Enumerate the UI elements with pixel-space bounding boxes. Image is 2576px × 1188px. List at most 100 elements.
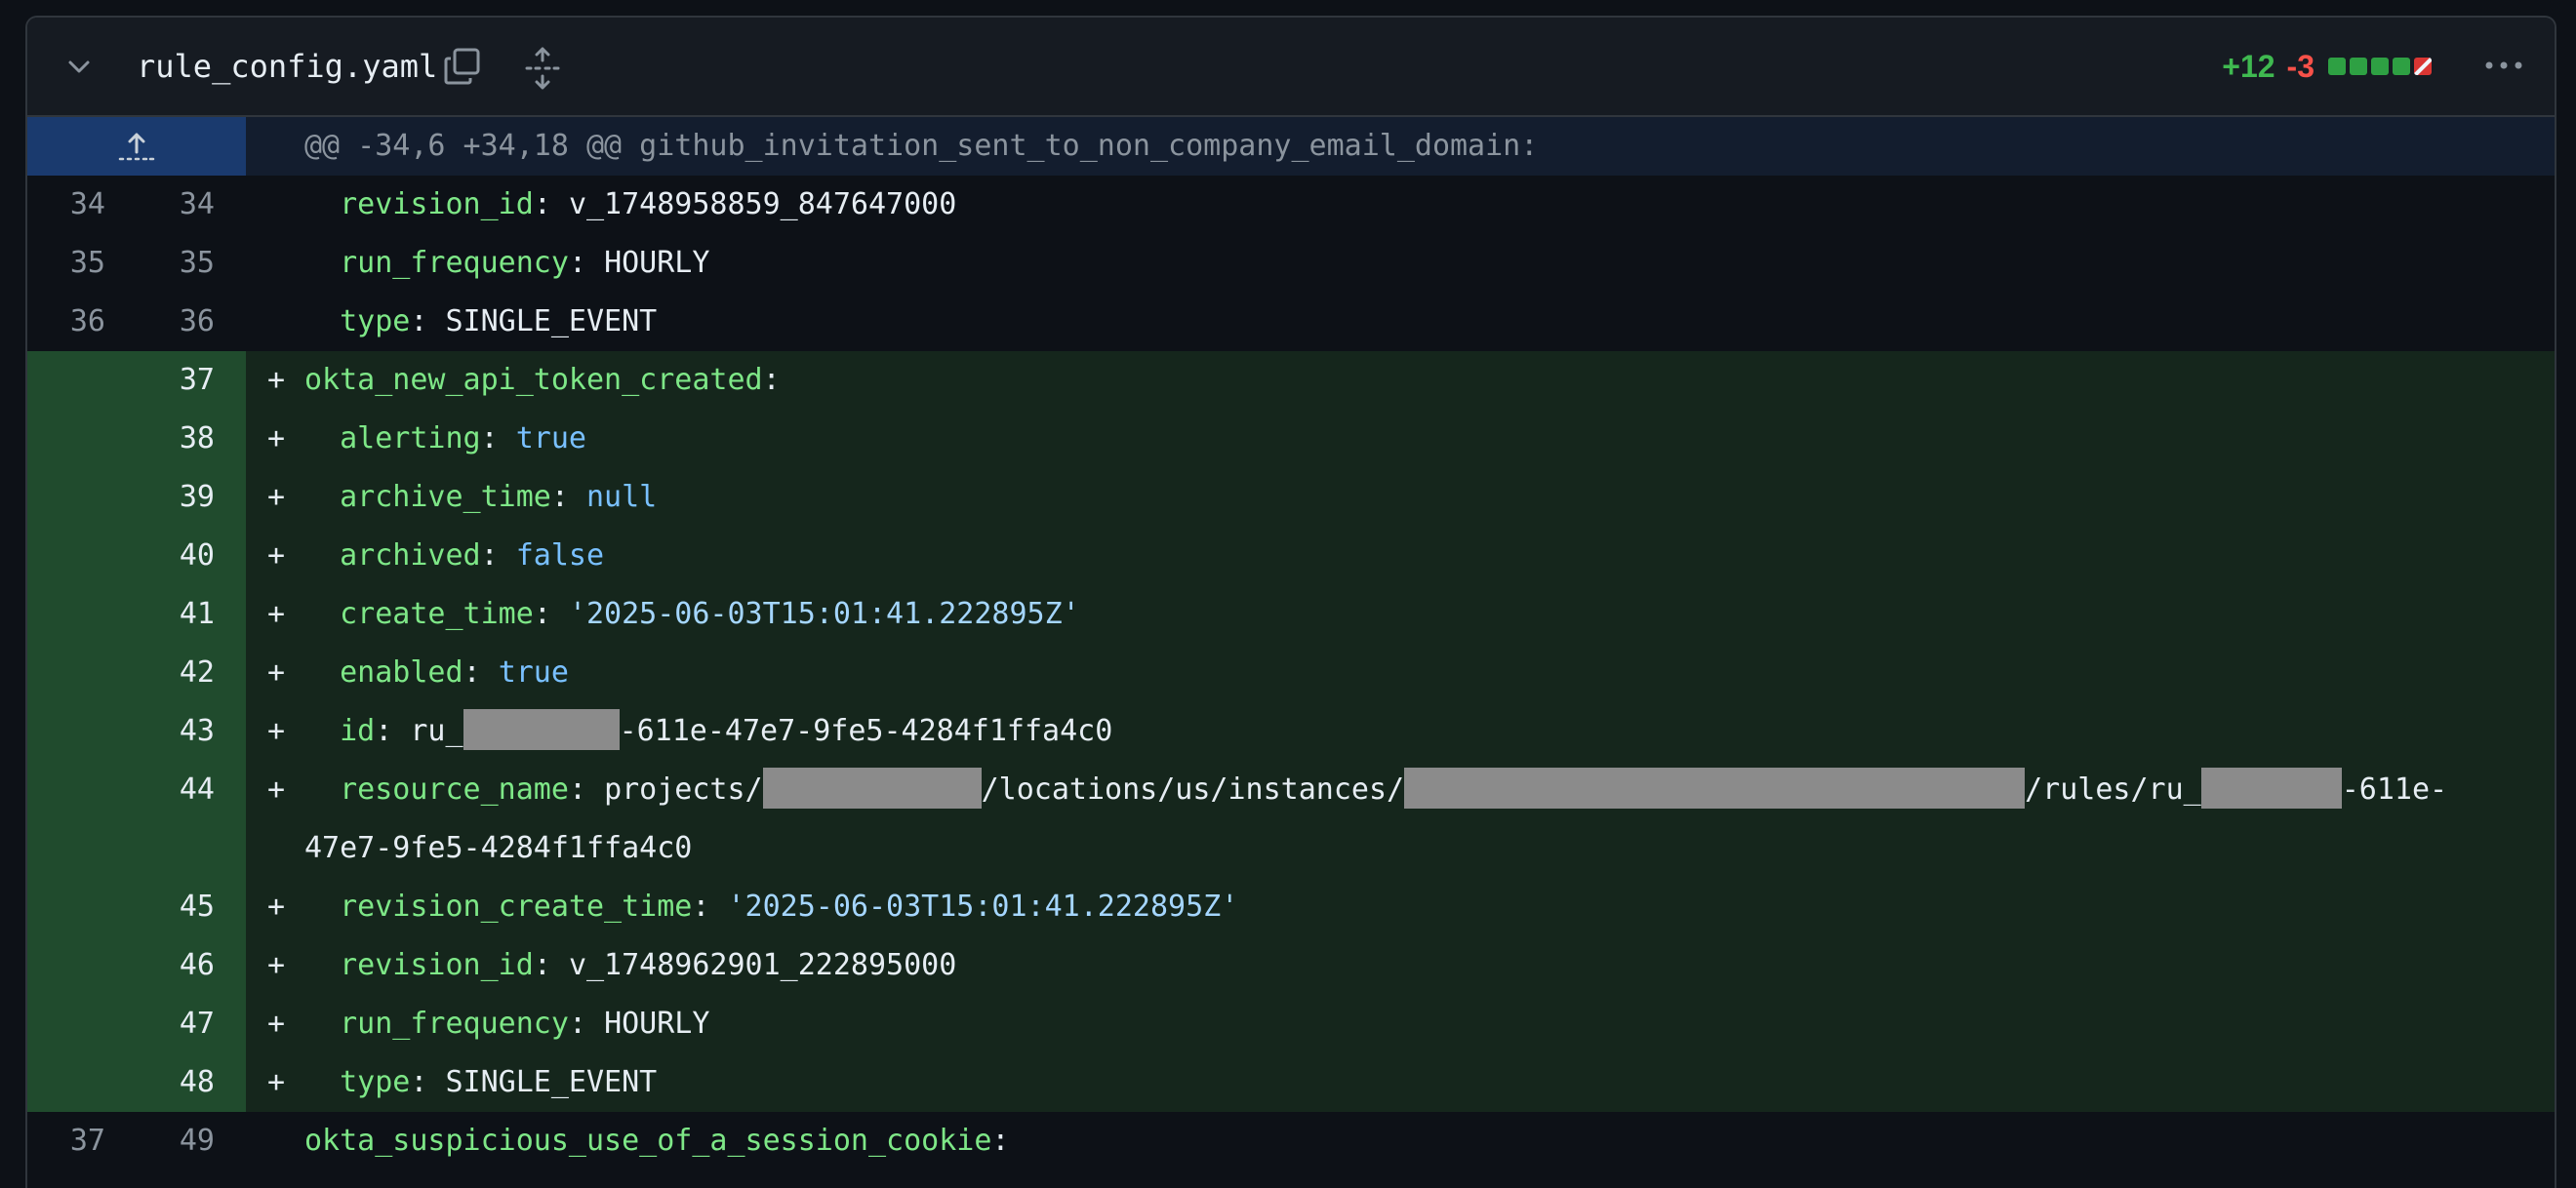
yaml-key: run_frequency [340,1007,569,1041]
new-line-number[interactable]: 35 [125,234,246,293]
diffstat-block-added [2350,58,2367,75]
yaml-value-wrap: 47e7-9fe5-4284f1ffa4c0 [304,831,693,865]
line-numbers: 46 [27,936,246,995]
code-text: archived: false [304,527,604,585]
deletions-count: -3 [2286,48,2314,84]
old-line-number[interactable] [27,468,125,527]
old-line-number[interactable] [27,644,125,702]
old-line-number[interactable] [27,702,125,761]
old-line-number[interactable] [27,351,125,410]
file-name[interactable]: rule_config.yaml [137,43,437,90]
line-numbers: 39 [27,468,246,527]
yaml-key: id [340,714,376,748]
old-line-number[interactable] [27,527,125,585]
yaml-colon: : [550,480,569,514]
line-numbers: 48 [27,1053,246,1112]
old-line-number[interactable] [27,410,125,468]
added-line: 38 + alerting: true [27,410,2555,468]
old-line-number[interactable]: 36 [27,293,125,351]
old-line-number[interactable] [27,585,125,644]
yaml-colon: : [568,772,586,807]
yaml-value: v_1748958859_847647000 [568,187,957,221]
copy-icon[interactable] [443,47,482,86]
yaml-value: v_1748962901_222895000 [568,948,957,982]
yaml-value: -611e- [2341,772,2448,807]
line-numbers: 47 [27,995,246,1053]
added-line: 37 + okta_new_api_token_created: [27,351,2555,410]
diffstat-blocks [2328,58,2432,75]
yaml-colon: : [762,363,781,397]
old-line-number[interactable] [27,995,125,1053]
kebab-icon[interactable] [2482,51,2525,80]
yaml-colon: : [463,655,481,690]
old-line-number[interactable] [27,761,125,878]
old-line-number[interactable] [27,936,125,995]
diff-sign: + [267,538,286,573]
old-line-number[interactable] [27,878,125,936]
new-line-number[interactable]: 40 [125,527,246,585]
yaml-key: revision_id [340,187,534,221]
code-text: revision_id: v_1748962901_222895000 [304,936,956,995]
added-line: 40 + archived: false [27,527,2555,585]
line-numbers: 37 [27,351,246,410]
redaction-box [463,708,620,750]
hunk-header-row: @@ -34,6 +34,18 @@ github_invitation_sen… [27,117,2555,176]
code-text: run_frequency: HOURLY [304,234,709,293]
new-line-number[interactable]: 43 [125,702,246,761]
new-line-number[interactable]: 41 [125,585,246,644]
yaml-value: null [586,480,658,514]
new-line-number[interactable]: 37 [125,351,246,410]
line-code: + resource_name: projects/ /locations/us/… [246,761,2555,878]
diff-sign: + [267,597,286,631]
old-line-number[interactable] [27,1053,125,1112]
new-line-number[interactable]: 46 [125,936,246,995]
chevron-down-icon[interactable] [64,53,94,82]
added-line: 45 + revision_create_time: '2025-06-03T15… [27,878,2555,936]
line-numbers: 41 [27,585,246,644]
code-text: create_time: '2025-06-03T15:01:41.222895… [304,585,1080,644]
new-line-number[interactable]: 49 [125,1112,246,1170]
expand-icon[interactable] [523,47,562,90]
yaml-key: create_time [340,597,534,631]
diff-sign: + [267,1065,286,1099]
line-numbers: 38 [27,410,246,468]
diff-sign: + [267,948,286,982]
yaml-value: /rules/ru_ [2025,772,2201,807]
line-code: + type: SINGLE_EVENT [246,1053,2555,1112]
old-line-number[interactable]: 35 [27,234,125,293]
yaml-value: SINGLE_EVENT [445,304,658,338]
new-line-number[interactable]: 45 [125,878,246,936]
yaml-colon: : [692,890,710,924]
old-line-number[interactable]: 34 [27,176,125,234]
old-line-number[interactable]: 37 [27,1112,125,1170]
yaml-key: type [340,304,411,338]
diff-sign: + [267,714,286,748]
new-line-number[interactable]: 36 [125,293,246,351]
yaml-key: okta_suspicious_use_of_a_session_cookie [304,1124,992,1158]
yaml-value: true [515,421,586,455]
yaml-key: resource_name [340,772,569,807]
added-line: 42 + enabled: true [27,644,2555,702]
diffstat-block-added [2393,58,2410,75]
expand-up-button[interactable] [27,117,246,176]
added-line: 48 + type: SINGLE_EVENT [27,1053,2555,1112]
line-numbers: 44 [27,761,246,878]
code-text: okta_new_api_token_created: [304,351,781,410]
new-line-number[interactable]: 48 [125,1053,246,1112]
new-line-number[interactable]: 39 [125,468,246,527]
new-line-number[interactable]: 42 [125,644,246,702]
line-code: + enabled: true [246,644,2555,702]
added-line: 41 + create_time: '2025-06-03T15:01:41.22… [27,585,2555,644]
line-code: okta_suspicious_use_of_a_session_cookie: [246,1112,2555,1170]
yaml-value: '2025-06-03T15:01:41.222895Z' [727,890,1239,924]
new-line-number[interactable]: 44 [125,761,246,878]
code-text: run_frequency: HOURLY [304,995,709,1053]
line-code: + revision_create_time: '2025-06-03T15:0… [246,878,2555,936]
added-line: 46 + revision_id: v_1748962901_222895000 [27,936,2555,995]
new-line-number[interactable]: 38 [125,410,246,468]
yaml-value: HOURLY [604,1007,710,1041]
new-line-number[interactable]: 34 [125,176,246,234]
yaml-colon: : [568,1007,586,1041]
new-line-number[interactable]: 47 [125,995,246,1053]
line-code: run_frequency: HOURLY [246,234,2555,293]
